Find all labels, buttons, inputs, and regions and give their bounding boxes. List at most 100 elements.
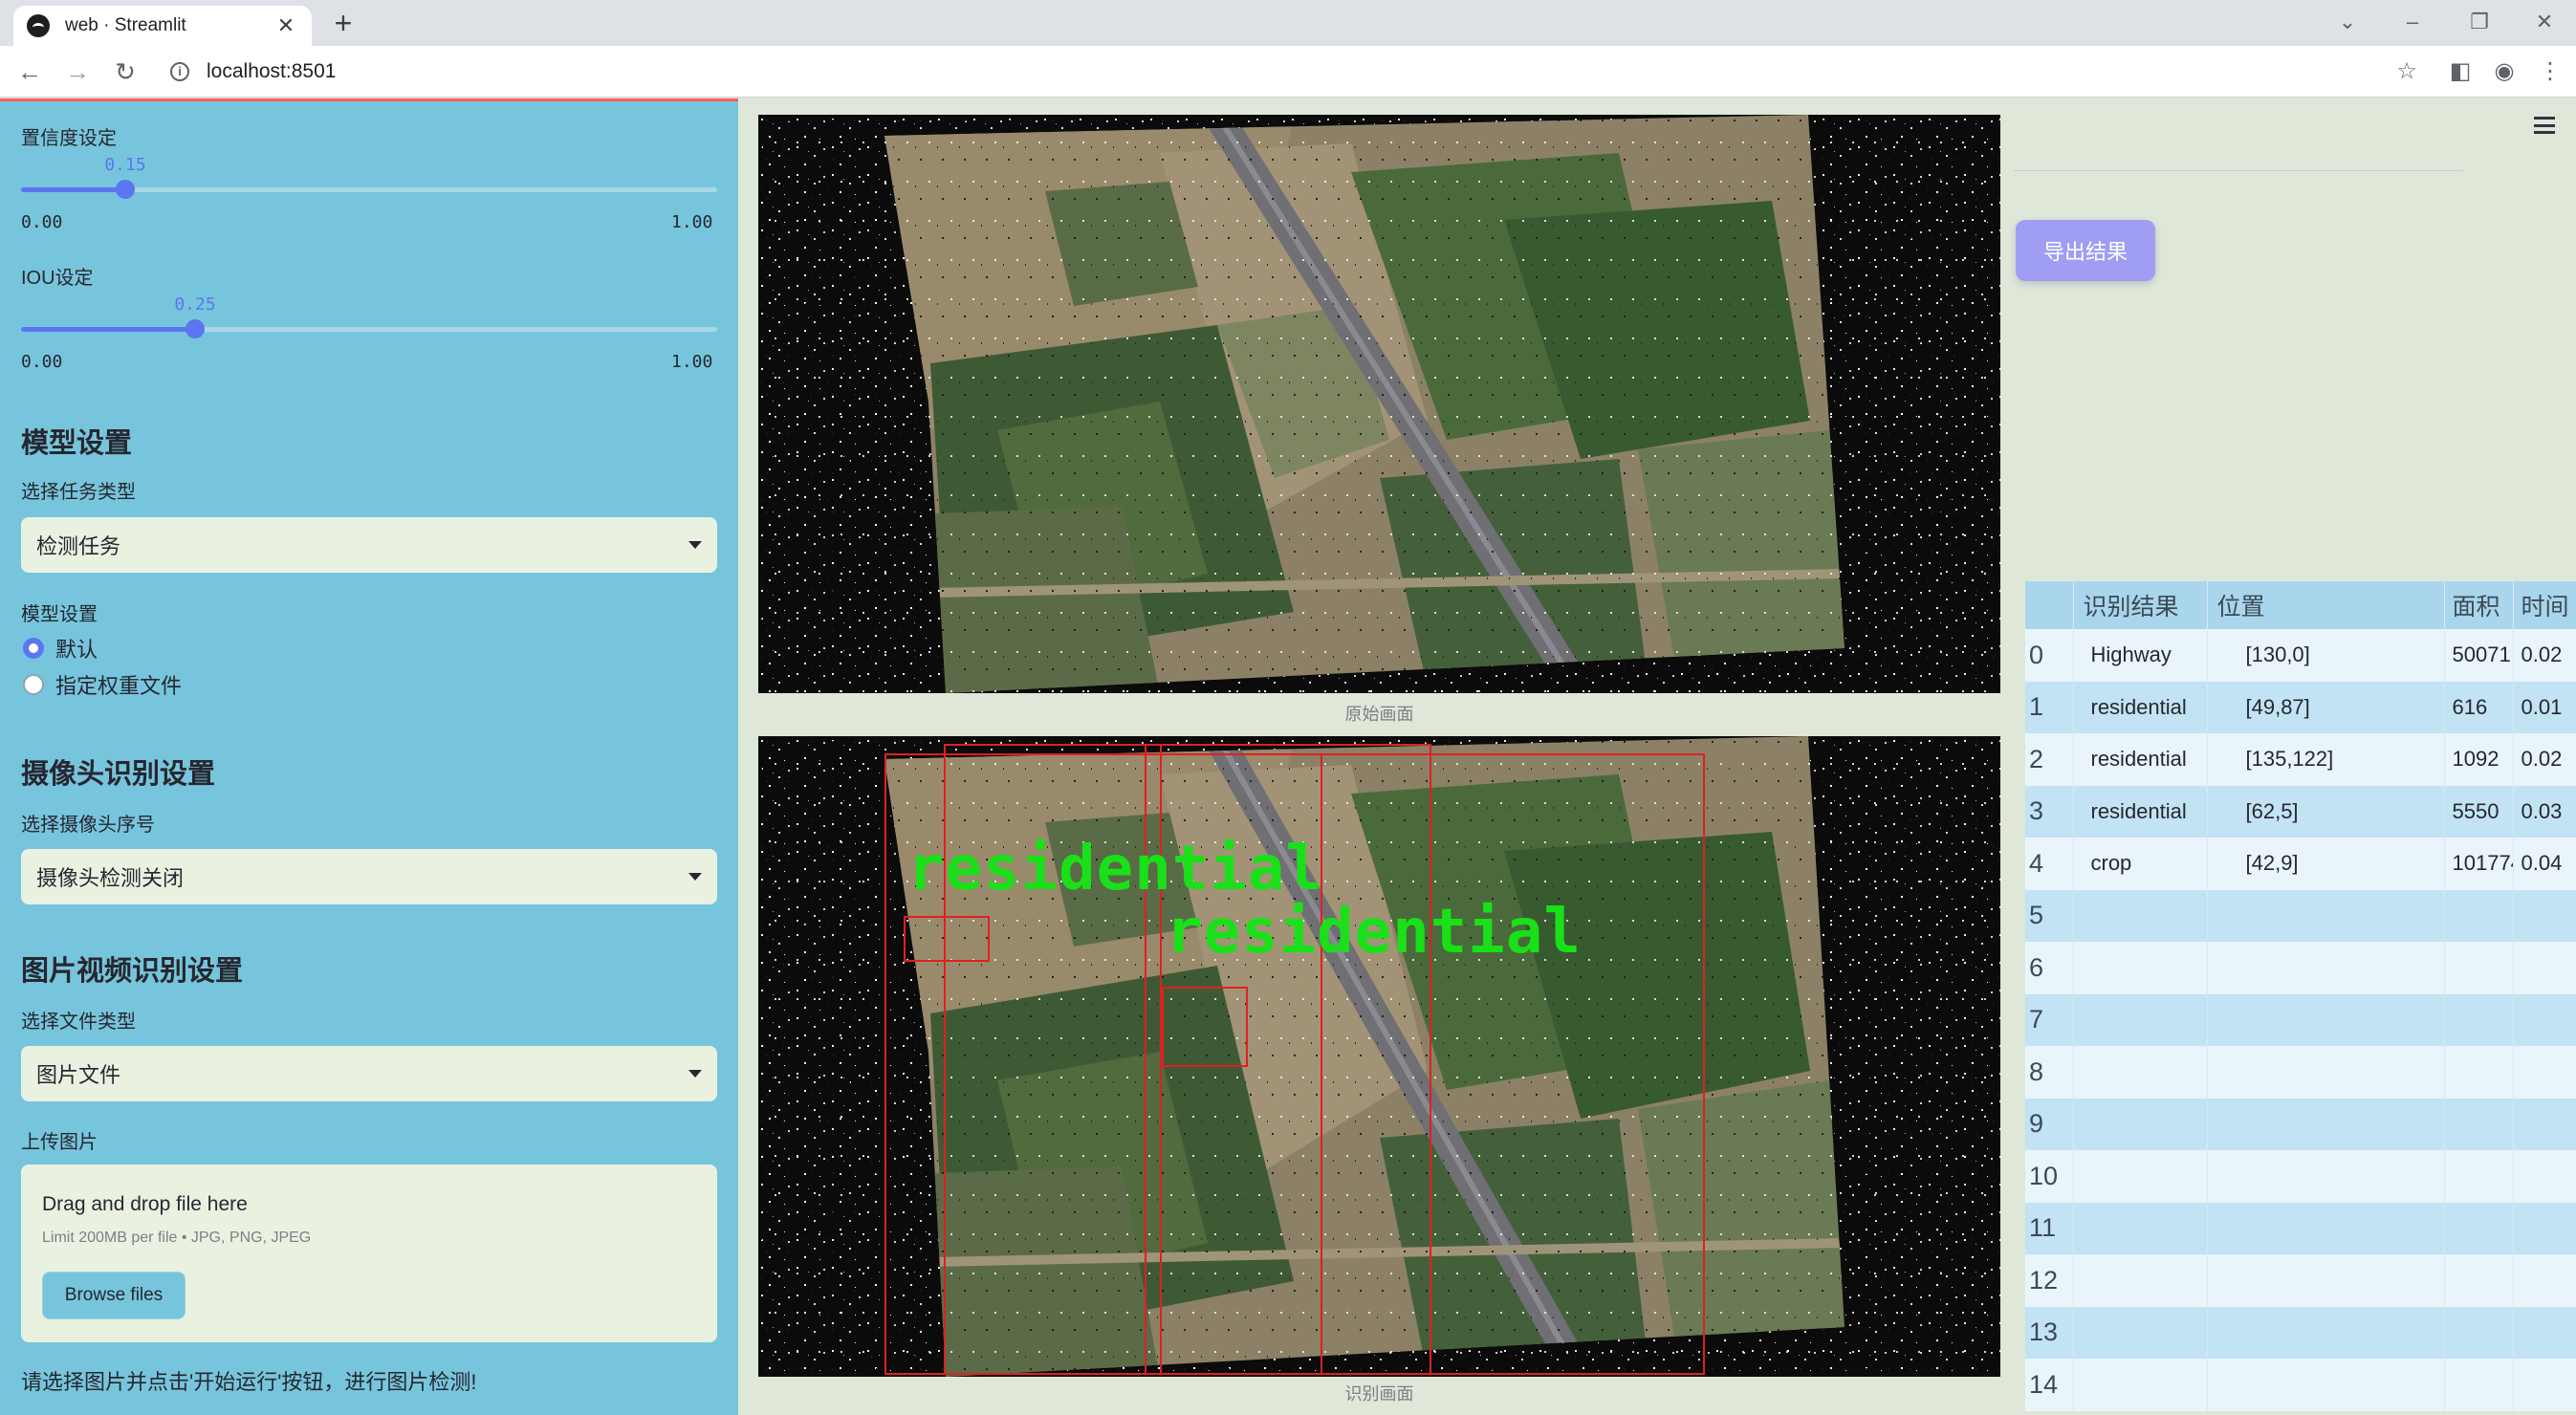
table-row[interactable]: 12	[2025, 1254, 2576, 1307]
table-header[interactable]: 位置	[2207, 581, 2445, 629]
result-image: residential residential	[758, 736, 2000, 1377]
dropzone-title: Drag and drop file here	[42, 1193, 248, 1215]
profile-avatar-icon[interactable]: ◉	[2490, 57, 2519, 86]
table-header-index	[2025, 581, 2074, 629]
address-bar: ← → ↻ i localhost:8501 ☆ ◧ ◉ ⋮	[0, 46, 2576, 98]
table-cell-area	[2444, 1098, 2514, 1150]
forward-icon[interactable]: →	[63, 57, 92, 86]
file-type-select[interactable]: 图片文件	[21, 1046, 717, 1101]
table-row[interactable]: 2 residential [135,122] 1092 0.02	[2025, 733, 2576, 786]
browser-menu-icon[interactable]: ⋮	[2536, 57, 2565, 86]
table-cell-position	[2207, 1046, 2445, 1099]
table-cell-time	[2513, 993, 2576, 1046]
table-row[interactable]: 4crop[42,9]1017740.04	[2025, 838, 2576, 890]
table-cell-area	[2444, 942, 2514, 994]
table-cell-position	[2207, 993, 2445, 1046]
table-row[interactable]: 1 residential [49,87] 616 0.01	[2025, 681, 2576, 733]
hamburger-menu-icon[interactable]	[2534, 117, 2555, 134]
detection-box-residential	[1162, 987, 1248, 1067]
restore-icon[interactable]: ❐	[2465, 8, 2494, 36]
sidebar: 置信度设定 0.15 0.00 1.00 IOU设定 0.25 0.00 1.0…	[0, 98, 738, 1415]
radio-default-label: 默认	[55, 638, 98, 662]
camera-index-label: 选择摄像头序号	[21, 815, 155, 836]
minimize-icon[interactable]: –	[2398, 8, 2427, 36]
table-cell-area	[2444, 1359, 2514, 1411]
table-row[interactable]: 3 residential [62,5] 5550 0.03	[2025, 785, 2576, 838]
table-cell-time	[2513, 889, 2576, 942]
table-row[interactable]: 11	[2025, 1202, 2576, 1254]
table-row[interactable]: 10	[2025, 1150, 2576, 1203]
table-row-index: 13	[2025, 1306, 2074, 1359]
confidence-slider-thumb[interactable]	[116, 180, 136, 199]
confidence-slider-fill	[21, 187, 126, 192]
camera-settings-heading: 摄像头识别设置	[21, 759, 216, 790]
table-cell-position	[2207, 1150, 2445, 1203]
chevron-down-icon	[688, 541, 702, 549]
table-header[interactable]: 时间	[2513, 581, 2576, 629]
table-cell-area	[2444, 993, 2514, 1046]
table-cell-area	[2444, 1254, 2514, 1307]
iou-max: 1.00	[671, 352, 713, 372]
back-icon[interactable]: ←	[15, 57, 44, 86]
table-cell-time	[2513, 1306, 2576, 1359]
table-header[interactable]: 面积	[2444, 581, 2514, 629]
table-row[interactable]: 13	[2025, 1306, 2576, 1359]
table-cell-position	[2207, 889, 2445, 942]
table-cell-result: residential	[2073, 733, 2208, 786]
window-close-icon[interactable]: ✕	[2530, 8, 2559, 36]
table-row[interactable]: 14	[2025, 1359, 2576, 1411]
table-cell-result: Highway	[2073, 629, 2208, 682]
table-row[interactable]: 6	[2025, 942, 2576, 994]
table-cell-position: [49,87]	[2207, 681, 2445, 733]
table-cell-position	[2207, 1098, 2445, 1150]
table-row-index: 9	[2025, 1098, 2074, 1150]
side-panel-icon[interactable]: ◧	[2446, 57, 2475, 86]
radio-default[interactable]: 默认	[23, 633, 98, 664]
detection-label: residential	[907, 834, 1323, 904]
export-results-button[interactable]: 导出结果	[2016, 220, 2155, 281]
table-cell-result	[2073, 993, 2208, 1046]
table-cell-result	[2073, 1150, 2208, 1203]
camera-index-select[interactable]: 摄像头检测关闭	[21, 849, 717, 904]
table-cell-area: 616	[2444, 681, 2514, 733]
table-cell-time	[2513, 1150, 2576, 1203]
bookmark-star-icon[interactable]: ☆	[2392, 57, 2421, 86]
browser-tab[interactable]: web · Streamlit ✕	[13, 6, 312, 46]
table-cell-area: 5550	[2444, 785, 2514, 838]
table-row[interactable]: 9	[2025, 1098, 2576, 1150]
iou-slider-thumb[interactable]	[186, 319, 205, 338]
confidence-slider[interactable]	[21, 180, 717, 199]
table-header[interactable]: 识别结果	[2073, 581, 2208, 629]
site-info-icon[interactable]: i	[170, 62, 189, 81]
new-tab-icon[interactable]: +	[329, 8, 358, 38]
table-cell-position: [62,5]	[2207, 785, 2445, 838]
radio-checked-icon[interactable]	[23, 638, 44, 659]
table-row-index: 1	[2025, 681, 2074, 733]
file-dropzone[interactable]: Drag and drop file here Limit 200MB per …	[21, 1165, 717, 1342]
table-cell-time: 0.02	[2513, 733, 2576, 786]
radio-custom-weights[interactable]: 指定权重文件	[23, 669, 182, 700]
omnibox[interactable]: i localhost:8501	[157, 53, 2413, 91]
table-cell-area: 101774	[2444, 838, 2514, 890]
browse-files-button[interactable]: Browse files	[42, 1272, 186, 1319]
iou-slider[interactable]	[21, 319, 717, 338]
table-row[interactable]: 5	[2025, 889, 2576, 942]
radio-unchecked-icon[interactable]	[23, 674, 44, 695]
table-row[interactable]: 8	[2025, 1046, 2576, 1099]
url-text: localhost:8501	[207, 60, 337, 82]
table-row[interactable]: 0 Highway [130,0] 50071 0.02	[2025, 629, 2576, 682]
confidence-value: 0.15	[104, 155, 146, 175]
confidence-max: 1.00	[671, 212, 713, 232]
table-cell-position	[2207, 942, 2445, 994]
table-row[interactable]: 7	[2025, 993, 2576, 1046]
tab-search-chevron-icon[interactable]: ⌄	[2333, 8, 2362, 36]
table-cell-result	[2073, 1046, 2208, 1099]
table-cell-result	[2073, 1359, 2208, 1411]
tab-close-icon[interactable]: ✕	[273, 13, 298, 38]
table-cell-result	[2073, 1202, 2208, 1254]
task-type-select[interactable]: 检测任务	[21, 517, 717, 573]
reload-icon[interactable]: ↻	[111, 57, 140, 86]
results-table[interactable]: 识别结果 位置 面积 时间 0 Highway [130,0] 50071 0.02 1 r…	[2025, 581, 2576, 1411]
iou-value: 0.25	[174, 294, 216, 315]
table-row-index: 14	[2025, 1359, 2074, 1411]
